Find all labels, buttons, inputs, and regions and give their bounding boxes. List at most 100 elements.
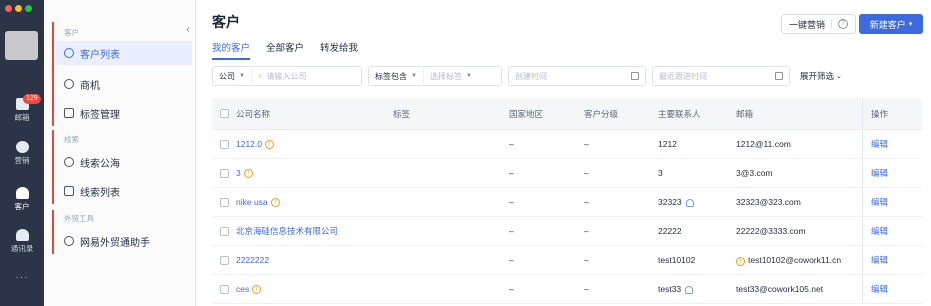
- tag-icon: [64, 108, 74, 118]
- company-name-link[interactable]: 2222222: [236, 255, 269, 265]
- email-value: 1212@11.com: [736, 139, 791, 149]
- warning-icon[interactable]: !: [736, 256, 745, 266]
- sidebar-item-label: 客户列表: [80, 49, 120, 61]
- warning-icon[interactable]: !: [252, 284, 262, 294]
- edit-button[interactable]: 编辑: [871, 167, 888, 179]
- expand-filters-button[interactable]: 展开筛选 ⌄: [796, 66, 842, 86]
- actions-cell: 编辑: [862, 130, 920, 158]
- chevron-down-icon: ▼: [411, 73, 417, 79]
- company-name: nike usa: [236, 197, 268, 207]
- new-customer-button[interactable]: 新建客户 ▾: [859, 14, 923, 34]
- one-click-marketing-button[interactable]: 一键营销 ?: [781, 14, 856, 34]
- tag-select-input[interactable]: 选择标签 ▼: [424, 71, 478, 82]
- level-cell: –: [584, 168, 589, 178]
- sidebar-item-customer-list[interactable]: 客户列表: [56, 41, 192, 65]
- sidebar-item-trade-assistant[interactable]: 网易外贸通助手: [56, 229, 192, 253]
- close-window-button[interactable]: [5, 5, 12, 12]
- edit-button[interactable]: 编辑: [871, 254, 888, 266]
- company-name-link[interactable]: 北京海硅信息技术有限公司: [236, 225, 338, 237]
- company-name-link[interactable]: nike usa!: [236, 197, 280, 207]
- edit-button[interactable]: 编辑: [871, 196, 888, 208]
- table-row[interactable]: 1212.0! – – 1212 1212@11.com 编辑: [212, 130, 922, 159]
- last-followup-time-picker[interactable]: 最近跟进时间: [652, 66, 790, 86]
- column-header-level[interactable]: 客户分级: [584, 108, 658, 120]
- column-header-company[interactable]: 公司名称: [236, 108, 393, 120]
- table-row[interactable]: 3! – – 3 3@3.com 编辑: [212, 159, 922, 188]
- contact-person-icon[interactable]: [685, 285, 694, 294]
- warning-icon[interactable]: !: [243, 168, 253, 178]
- row-checkbox[interactable]: [220, 139, 229, 149]
- help-icon[interactable]: ?: [838, 19, 848, 29]
- level-cell: –: [584, 255, 589, 265]
- collapse-sidebar-button[interactable]: ‹: [183, 23, 193, 37]
- row-checkbox[interactable]: [220, 284, 229, 294]
- row-checkbox[interactable]: [220, 197, 229, 207]
- app-rail: 129 邮箱 营销 客户 通讯录 ···: [0, 0, 44, 306]
- level-cell: –: [584, 197, 589, 207]
- company-name-link[interactable]: ces!: [236, 284, 262, 294]
- table-row[interactable]: 北京海硅信息技术有限公司 – – 22222 22222@3333.com 编辑: [212, 217, 922, 246]
- input-placeholder: 最近跟进时间: [659, 71, 707, 81]
- sidebar-item-lead-pool[interactable]: 线索公海: [56, 150, 192, 174]
- sidebar-item-label: 线索列表: [80, 187, 120, 199]
- row-checkbox[interactable]: [220, 226, 229, 236]
- row-select-cell: [212, 168, 236, 178]
- input-placeholder: 选择标签: [429, 71, 462, 81]
- rail-item-contacts[interactable]: 通讯录: [0, 229, 44, 254]
- rail-item-marketing[interactable]: 营销: [0, 141, 44, 166]
- row-checkbox[interactable]: [220, 255, 229, 265]
- warning-icon[interactable]: !: [265, 139, 274, 149]
- edit-button[interactable]: 编辑: [871, 225, 888, 237]
- button-label: 新建客户: [869, 19, 906, 30]
- avatar[interactable]: [5, 31, 38, 60]
- sidebar-item-label: 商机: [80, 80, 100, 92]
- tab-my-customers[interactable]: 我的客户: [212, 40, 251, 60]
- company-name-link[interactable]: 3!: [236, 168, 253, 178]
- company-search-input[interactable]: ⌕ 请输入公司: [252, 71, 312, 82]
- row-checkbox[interactable]: [220, 168, 229, 178]
- contact-name: 32323: [658, 197, 682, 207]
- column-header-contact[interactable]: 主要联系人: [658, 108, 736, 120]
- tab-all-customers[interactable]: 全部客户: [266, 40, 304, 60]
- contacts-icon: [15, 229, 29, 241]
- contact-name: 22222: [658, 226, 682, 236]
- sidebar-item-tag-manage[interactable]: 标签管理: [56, 101, 192, 125]
- column-header-tag[interactable]: 标签: [393, 108, 509, 120]
- select-all-checkbox[interactable]: [220, 109, 229, 118]
- email-cell: 3@3.com: [736, 168, 862, 178]
- row-select-cell: [212, 226, 236, 236]
- section-title-customer: 客户: [64, 28, 79, 37]
- tab-forwarded-to-me[interactable]: 转发给我: [320, 40, 358, 60]
- more-icon[interactable]: ···: [0, 272, 44, 283]
- minimize-window-button[interactable]: [15, 5, 22, 12]
- table-row[interactable]: nike usa! – – 32323 32323@323.com 编辑: [212, 188, 922, 217]
- tag-filter-select[interactable]: 标签包含 ▼: [369, 67, 424, 85]
- column-header-country[interactable]: 国家地区: [509, 108, 584, 120]
- sidebar-item-opportunity[interactable]: 商机: [56, 72, 192, 96]
- filter-bar: 公司 ▼ ⌕ 请输入公司 标签包含 ▼ 选择标签 ▼ 创建时间 最近跟进时间 展…: [212, 66, 842, 86]
- company-filter-select[interactable]: 公司 ▼: [213, 67, 252, 85]
- company-name-link[interactable]: 1212.0!: [236, 139, 274, 149]
- table-row[interactable]: ces! – – test33 test33@cowork105.net 编辑: [212, 275, 922, 304]
- edit-button[interactable]: 编辑: [871, 138, 888, 150]
- contact-cell: 1212: [658, 139, 736, 149]
- contact-name: test33: [658, 284, 682, 294]
- secondary-nav: ‹ 客户 客户列表 商机 标签管理 线索 线索公海 线索列表 外贸工具 网易外贸…: [44, 0, 196, 306]
- edit-button[interactable]: 编辑: [871, 283, 888, 295]
- actions-cell: 编辑: [862, 275, 920, 303]
- actions-cell: 编辑: [862, 246, 920, 274]
- company-filter: 公司 ▼ ⌕ 请输入公司: [212, 66, 362, 86]
- country-cell: –: [509, 284, 514, 294]
- created-time-picker[interactable]: 创建时间: [508, 66, 646, 86]
- main-content: 客户 我的客户 全部客户 转发给我 一键营销 ? 新建客户 ▾ 公司 ▼ ⌕ 请…: [196, 0, 931, 306]
- maximize-window-button[interactable]: [25, 5, 32, 12]
- sidebar-item-lead-list[interactable]: 线索列表: [56, 179, 192, 203]
- table-row[interactable]: 2222222– – test10102! test10102@cowork11.cn…: [212, 246, 922, 275]
- contact-person-icon[interactable]: [685, 198, 694, 207]
- rail-item-mail[interactable]: 129 邮箱: [0, 94, 44, 123]
- warning-icon[interactable]: !: [270, 197, 280, 207]
- rail-item-customer[interactable]: 客户: [0, 187, 44, 212]
- column-header-email[interactable]: 邮箱: [736, 108, 862, 120]
- calendar-icon: [775, 72, 783, 80]
- email-cell: 1212@11.com: [736, 139, 862, 149]
